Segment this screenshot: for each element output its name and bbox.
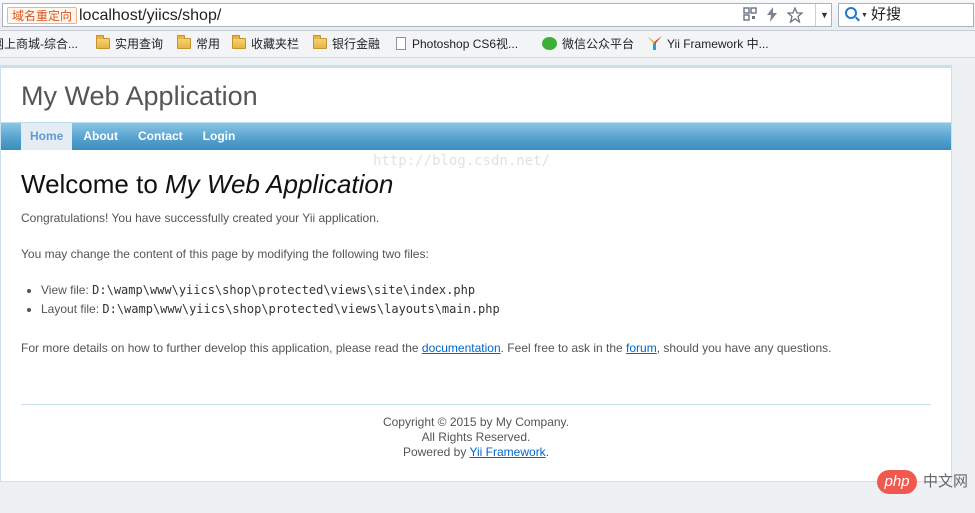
search-engine-caret-icon[interactable]: ▼ — [861, 12, 868, 19]
bookmark-label: 常用 — [196, 37, 221, 51]
menu-item-home[interactable]: Home — [21, 123, 73, 150]
powered-prefix: Powered by — [402, 445, 470, 459]
lightning-icon[interactable] — [763, 7, 781, 24]
favorite-star-icon[interactable] — [786, 6, 804, 24]
list-item: View file: D:\wamp\www\yiics\shop\protec… — [41, 281, 500, 300]
layout-file-path: D:\wamp\www\yiics\shop\protected\views\l… — [102, 302, 500, 316]
view-file-label: View file: — [41, 283, 93, 297]
search-engine-label[interactable]: 好搜 — [871, 6, 901, 24]
bookmark-item[interactable]: 微信公众平台 — [542, 36, 634, 53]
php-site-text: 中文网 — [923, 473, 969, 490]
yii-icon — [647, 36, 662, 50]
bookmark-label: Yii Framework 中... — [667, 37, 769, 51]
list-item: Layout file: D:\wamp\www\yiics\shop\prot… — [41, 300, 500, 319]
bookmark-item[interactable]: Yii Framework 中... — [647, 36, 769, 53]
menu-item-about[interactable]: About — [74, 123, 127, 150]
main-content: Welcome to My Web Application Congratula… — [21, 168, 931, 355]
url-dropdown-button[interactable]: ▼ — [815, 4, 833, 26]
redirect-badge[interactable]: 域名重定向 — [7, 7, 78, 24]
site-header: My Web Application — [1, 68, 951, 122]
folder-icon — [96, 35, 110, 49]
bookmark-item[interactable]: 银行金融 — [313, 35, 381, 53]
bookmark-item[interactable]: 网上商城-综合... — [0, 36, 78, 53]
details-text: For more details on how to further devel… — [21, 340, 832, 356]
site-footer: Copyright © 2015 by My Company. All Righ… — [1, 415, 951, 460]
page-icon — [396, 37, 406, 50]
details-prefix: For more details on how to further devel… — [21, 341, 422, 355]
copyright-text: Copyright © 2015 by My Company. — [382, 415, 570, 429]
menu-item-contact[interactable]: Contact — [129, 123, 192, 150]
php-logo-icon: php — [877, 470, 917, 494]
page-title: Welcome to My Web Application — [21, 168, 931, 200]
bookmark-label: 网上商城-综合... — [0, 37, 78, 51]
change-intro-text: You may change the content of this page … — [21, 247, 429, 261]
file-list: View file: D:\wamp\www\yiics\shop\protec… — [41, 281, 500, 319]
address-bar: 域名重定向 localhost/yiics/shop/ ▼ ▼ 好搜 — [0, 0, 975, 31]
search-box[interactable]: ▼ 好搜 — [838, 3, 974, 27]
bookmark-label: 收藏夹栏 — [251, 37, 300, 51]
welcome-app-name: My Web Application — [165, 169, 394, 199]
folder-icon — [313, 35, 327, 49]
forum-link[interactable]: forum — [626, 341, 657, 355]
bookmark-item[interactable]: Photoshop CS6视... — [396, 36, 518, 53]
bookmark-label: 银行金融 — [332, 37, 381, 51]
url-input[interactable]: localhost/yiics/shop/ — [79, 5, 221, 27]
folder-icon — [232, 35, 246, 49]
bookmark-label: 实用查询 — [115, 37, 164, 51]
wechat-icon — [542, 37, 557, 50]
page-container: My Web Application Home About Contact Lo… — [0, 65, 952, 482]
url-box[interactable]: 域名重定向 localhost/yiics/shop/ ▼ — [2, 3, 832, 27]
main-menu: Home About Contact Login — [1, 122, 951, 150]
details-mid: . Feel free to ask in the — [500, 341, 627, 355]
rights-text: All Rights Reserved. — [421, 430, 531, 444]
documentation-link[interactable]: documentation — [422, 341, 501, 355]
qr-code-icon[interactable] — [741, 7, 759, 24]
welcome-prefix: Welcome to — [21, 169, 166, 199]
bookmark-item[interactable]: 收藏夹栏 — [232, 35, 300, 53]
site-logo: My Web Application — [21, 81, 258, 111]
powered-by-text: Powered by Yii Framework. — [1, 445, 951, 460]
view-file-path: D:\wamp\www\yiics\shop\protected\views\s… — [92, 283, 476, 297]
bookmark-label: 微信公众平台 — [562, 37, 635, 51]
blog-watermark: http://blog.csdn.net/ — [373, 153, 551, 169]
bookmark-item[interactable]: 实用查询 — [96, 35, 164, 53]
footer-divider — [21, 404, 931, 405]
search-icon[interactable] — [845, 7, 857, 19]
bookmarks-bar: 网上商城-综合... 实用查询 常用 收藏夹栏 银行金融 Photoshop C… — [0, 31, 975, 58]
congrats-text: Congratulations! You have successfully c… — [21, 211, 380, 225]
yii-framework-link[interactable]: Yii Framework — [469, 445, 545, 459]
bookmark-item[interactable]: 常用 — [177, 35, 221, 53]
details-suffix: , should you have any questions. — [656, 341, 832, 355]
powered-suffix: . — [545, 445, 550, 459]
menu-item-login[interactable]: Login — [194, 123, 245, 150]
layout-file-label: Layout file: — [41, 302, 103, 316]
folder-icon — [177, 35, 191, 49]
bookmark-label: Photoshop CS6视... — [412, 37, 519, 51]
